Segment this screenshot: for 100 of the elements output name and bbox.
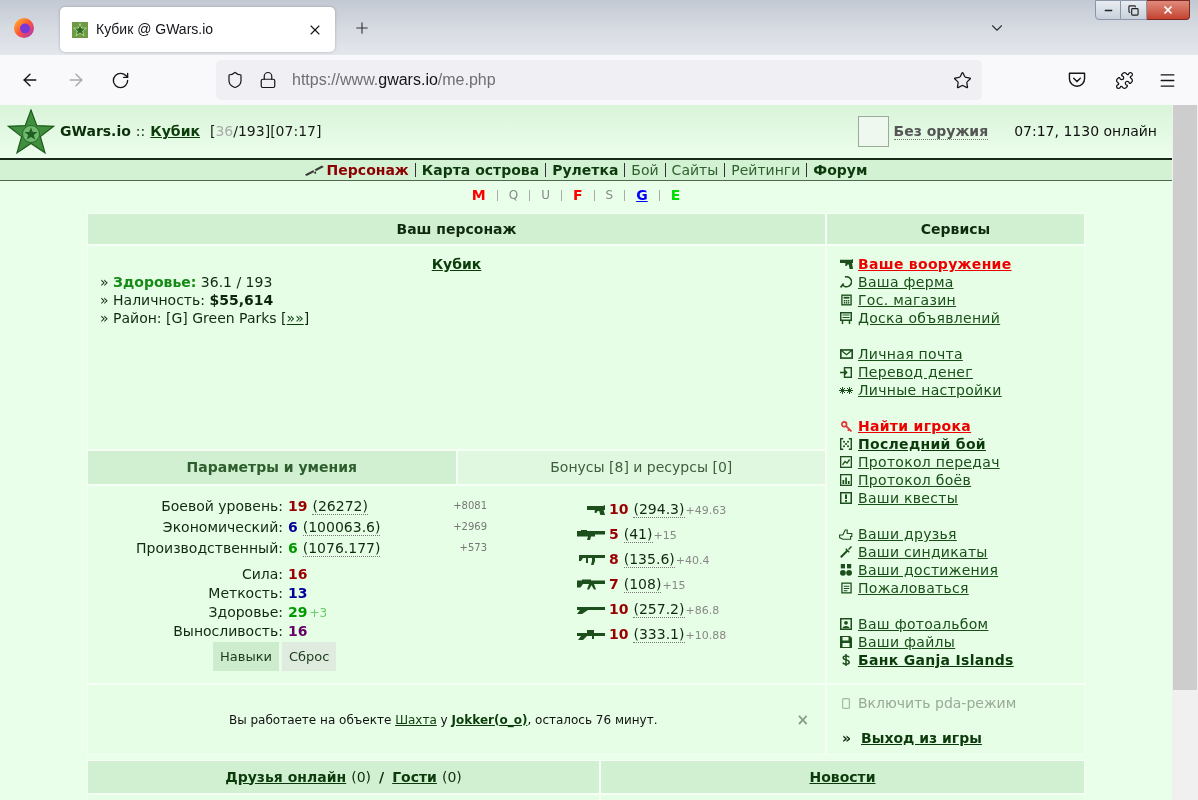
- skill-gain: +49.63: [685, 502, 727, 519]
- star-favicon-icon: [72, 21, 88, 38]
- stat-experience: (26272): [312, 498, 368, 515]
- puzzle-icon: [1114, 70, 1134, 90]
- new-tab-icon[interactable]: [353, 19, 371, 37]
- sector-link[interactable]: M: [467, 187, 490, 203]
- scrollbar-thumb[interactable]: [1173, 105, 1197, 690]
- site-separator: ::: [135, 122, 146, 141]
- service-link[interactable]: Последний бой: [858, 435, 986, 453]
- key-icon: [840, 420, 852, 432]
- tab-title: Кубик @ GWars.io: [96, 20, 214, 39]
- lock-icon[interactable]: [259, 71, 277, 89]
- params-tab[interactable]: Параметры и умения: [88, 451, 456, 484]
- health-line: » Здоровье: 36.1 / 193: [100, 273, 274, 291]
- sector-link[interactable]: S: [601, 187, 618, 203]
- service-link[interactable]: Ваше вооружение: [858, 255, 1012, 273]
- skill-experience: (108): [623, 576, 662, 593]
- service-link[interactable]: Доска объявлений: [858, 309, 1001, 327]
- attribute-value: 16: [288, 565, 308, 584]
- sector-link[interactable]: Q: [504, 187, 523, 203]
- character-name-link[interactable]: Кубик: [431, 255, 482, 273]
- stat-experience: (100063.6): [302, 519, 381, 536]
- stat-label: Экономический:: [161, 518, 283, 537]
- shotgun-icon: [577, 605, 605, 614]
- service-link[interactable]: Личная почта: [858, 345, 963, 363]
- service-link[interactable]: Найти игрока: [858, 417, 972, 435]
- asterisks-icon: [839, 386, 853, 394]
- friends-count: (0): [351, 767, 372, 787]
- skill-experience: (333.1): [633, 626, 685, 643]
- skill-gain: +40.4: [675, 552, 710, 569]
- stat-gain: +573: [458, 541, 487, 555]
- attribute-value: 29: [288, 603, 308, 622]
- stat-value: 19: [288, 497, 308, 516]
- exit-marker: »: [842, 729, 852, 747]
- stat-value: 6: [288, 539, 298, 558]
- skill-gain: +15: [653, 527, 677, 544]
- document-icon: [840, 582, 852, 594]
- dice-icon: [840, 438, 852, 450]
- browser-tab[interactable]: Кубик @ GWars.io: [60, 7, 335, 52]
- service-link[interactable]: Ваши синдикаты: [858, 543, 988, 561]
- guests-link[interactable]: Гости: [392, 766, 437, 788]
- nav-link[interactable]: Рейтинги: [731, 161, 801, 179]
- window-close-button[interactable]: [1147, 0, 1190, 20]
- skill-button[interactable]: Навыки: [213, 642, 279, 671]
- pistol-icon: [587, 504, 605, 515]
- service-link[interactable]: Гос. магазин: [858, 291, 957, 309]
- checkbox-icon[interactable]: [842, 697, 850, 709]
- service-link[interactable]: Перевод денег: [858, 363, 973, 381]
- service-link[interactable]: Ваш фотоальбом: [858, 615, 989, 633]
- player-link[interactable]: Кубик: [150, 121, 200, 142]
- nav-link[interactable]: Персонаж: [304, 161, 409, 179]
- logout-link[interactable]: Выход из игры: [861, 727, 982, 749]
- nav-link[interactable]: Форум: [813, 161, 868, 179]
- service-link[interactable]: Ваша ферма: [858, 273, 954, 291]
- skill-value: 10: [609, 600, 629, 619]
- nav-link[interactable]: Бой: [631, 161, 659, 179]
- skill-experience: (41): [623, 526, 653, 543]
- service-link[interactable]: Ваши достижения: [858, 561, 999, 579]
- service-link[interactable]: Ваши квесты: [858, 489, 959, 507]
- news-link[interactable]: Новости: [809, 766, 876, 788]
- params-tab[interactable]: Бонусы [8] и ресурсы [0]: [457, 451, 825, 484]
- machine-gun-icon: [577, 579, 605, 590]
- nav-link[interactable]: Карта острова: [421, 161, 540, 179]
- sector-link[interactable]: F: [568, 187, 587, 203]
- weapon-slot: [857, 116, 889, 147]
- service-link[interactable]: Пожаловаться: [858, 579, 969, 597]
- reload-icon: [110, 70, 130, 90]
- site-name: GWars.io: [60, 122, 131, 141]
- service-link[interactable]: Ваши друзья: [858, 525, 957, 543]
- notice-board-icon: [840, 312, 852, 324]
- skill-button[interactable]: Сброс: [281, 642, 337, 671]
- footer-slash: /: [379, 767, 385, 787]
- weapon-link[interactable]: Без оружия: [893, 123, 989, 140]
- service-link[interactable]: Протокол боёв: [858, 471, 972, 489]
- district-line: » Район: [G] Green Parks [»»]: [100, 309, 311, 327]
- friends-online-link[interactable]: Друзья онлайн: [225, 766, 347, 788]
- address-bar[interactable]: https://www.gwars.io/me.php: [216, 60, 982, 100]
- hand-icon: [839, 528, 853, 540]
- bookmark-star-icon[interactable]: [953, 70, 972, 90]
- dollar-icon: [841, 654, 851, 666]
- place-link[interactable]: Шахта: [395, 712, 437, 727]
- restore-button[interactable]: [1121, 0, 1147, 20]
- service-link[interactable]: Личные настройки: [858, 381, 1002, 399]
- nav-link[interactable]: Сайты: [671, 161, 719, 179]
- shield-chevron-icon: [1068, 72, 1086, 88]
- skill-experience: (294.3): [633, 501, 685, 518]
- nav-link[interactable]: Рулетка: [552, 161, 619, 179]
- skill-value: 5: [609, 525, 619, 544]
- envelope-icon: [839, 349, 853, 359]
- pistol-icon: [839, 259, 853, 269]
- skill-experience: (135.6): [623, 551, 675, 568]
- district-link[interactable]: »»: [286, 310, 304, 326]
- browser-logo-icon[interactable]: [14, 18, 34, 38]
- sector-link[interactable]: G: [632, 187, 652, 203]
- sickle-icon: [840, 276, 852, 288]
- service-link[interactable]: Ваши файлы: [858, 633, 956, 651]
- section-header: Сервисы: [827, 214, 1084, 244]
- shield-icon[interactable]: [226, 71, 244, 89]
- service-link[interactable]: Протокол передач: [858, 453, 1000, 471]
- service-link[interactable]: Банк Ganja Islands: [858, 651, 1014, 669]
